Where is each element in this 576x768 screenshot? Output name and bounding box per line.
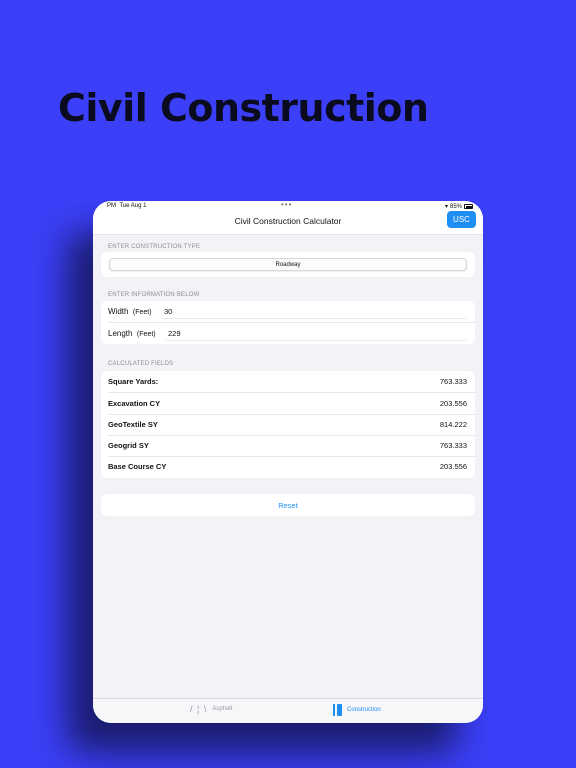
calc-label: Base Course CY <box>108 462 167 471</box>
battery-icon <box>464 204 473 209</box>
length-label: Length (Feet) <box>108 329 156 338</box>
calc-value: 203.556 <box>439 462 467 471</box>
calc-label: Geogrid SY <box>108 441 149 450</box>
information-header: ENTER INFORMATION BELOW <box>108 292 200 298</box>
construction-type-selector[interactable]: Roadway <box>109 258 467 271</box>
status-bar: PM Tue Aug 1 ••• ▾ 85% <box>93 201 483 213</box>
information-card: Width (Feet) Length (Feet) <box>101 301 475 344</box>
width-label: Width (Feet) <box>108 307 152 316</box>
calc-row-base-course: Base Course CY 203.556 <box>101 456 475 477</box>
reset-card: Reset <box>101 494 475 516</box>
tab-bar: / ¦ \ Asphalt Construction <box>93 698 483 723</box>
status-indicators: ▾ 85% <box>445 203 473 210</box>
calculated-header: CALCULATED FIELDS <box>108 361 174 367</box>
multitasking-dots[interactable]: ••• <box>281 201 292 209</box>
tab-label: Asphalt <box>212 706 233 712</box>
calc-value: 763.333 <box>439 377 467 386</box>
calc-row-excavation: Excavation CY 203.556 <box>101 393 475 414</box>
calc-row-geogrid: Geogrid SY 763.333 <box>101 435 475 456</box>
length-row: Length (Feet) <box>101 323 475 344</box>
calc-value: 203.556 <box>439 399 467 408</box>
calc-row-geotextile: GeoTextile SY 814.222 <box>101 414 475 435</box>
width-row: Width (Feet) <box>101 301 475 322</box>
battery-percent: 85% <box>449 203 462 210</box>
tab-construction[interactable]: Construction <box>333 704 381 716</box>
tab-asphalt[interactable]: / ¦ \ Asphalt <box>190 704 232 714</box>
status-time: PM Tue Aug 1 <box>107 203 147 209</box>
status-date: Tue Aug 1 <box>119 203 147 209</box>
unit-system-button[interactable]: USC <box>447 211 476 228</box>
width-input[interactable] <box>161 304 467 319</box>
wifi-icon: ▾ <box>444 204 448 210</box>
construction-icon <box>333 704 342 716</box>
tab-label: Construction <box>347 707 381 713</box>
road-icon: / ¦ \ <box>190 704 208 714</box>
hero-title: Civil Construction <box>58 86 429 130</box>
reset-button[interactable]: Reset <box>101 494 475 516</box>
calc-value: 814.222 <box>439 420 467 429</box>
width-unit: (Feet) <box>132 309 152 316</box>
navigation-bar: Civil Construction Calculator USC <box>93 211 483 235</box>
length-input[interactable] <box>165 326 467 341</box>
calc-value: 763.333 <box>439 441 467 450</box>
calc-label: Excavation CY <box>108 399 161 408</box>
calc-label: Square Yards: <box>108 377 159 386</box>
calc-row-square-yards: Square Yards: 763.333 <box>101 371 475 392</box>
calc-label: GeoTextile SY <box>108 420 158 429</box>
length-unit: (Feet) <box>136 331 156 338</box>
calculated-card: Square Yards: 763.333 Excavation CY 203.… <box>101 371 475 478</box>
device-screen: PM Tue Aug 1 ••• ▾ 85% Civil Constructio… <box>93 201 483 723</box>
construction-type-header: ENTER CONSTRUCTION TYPE <box>108 244 201 250</box>
construction-type-card: Roadway <box>101 252 475 277</box>
nav-title: Civil Construction Calculator <box>234 216 342 226</box>
